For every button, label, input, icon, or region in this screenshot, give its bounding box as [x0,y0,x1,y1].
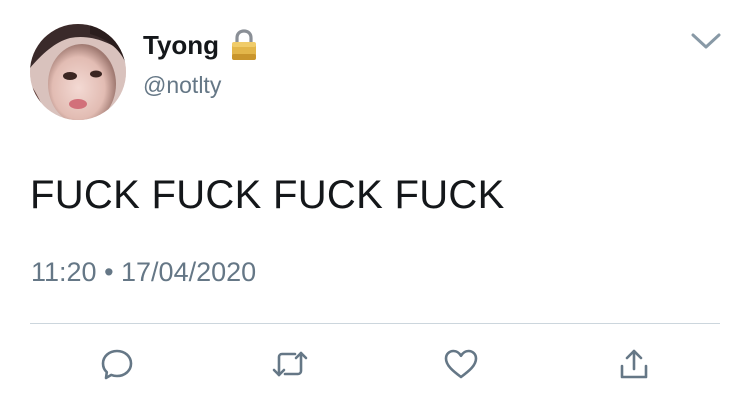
chevron-down-icon[interactable] [690,30,722,52]
reply-icon [99,346,135,387]
share-icon [617,346,651,387]
tweet-text: FUCK FUCK FUCK FUCK [30,173,505,217]
user-handle[interactable]: @notlty [143,70,221,100]
like-button[interactable] [441,346,481,386]
tweet-card: Tyong @notlty FUCK FUCK FUCK FUCK 11:20 … [0,0,750,416]
heart-icon [443,347,479,386]
display-name[interactable]: Tyong [143,28,219,62]
retweet-icon [271,346,309,387]
avatar[interactable] [30,24,126,120]
name-row: Tyong [143,28,259,62]
avatar-image [30,24,126,120]
divider [30,323,720,324]
action-bar [0,346,750,390]
lock-icon [229,28,259,62]
timestamp[interactable]: 11:20 • 17/04/2020 [31,254,256,290]
share-button[interactable] [614,346,654,386]
retweet-button[interactable] [270,346,310,386]
reply-button[interactable] [97,346,137,386]
